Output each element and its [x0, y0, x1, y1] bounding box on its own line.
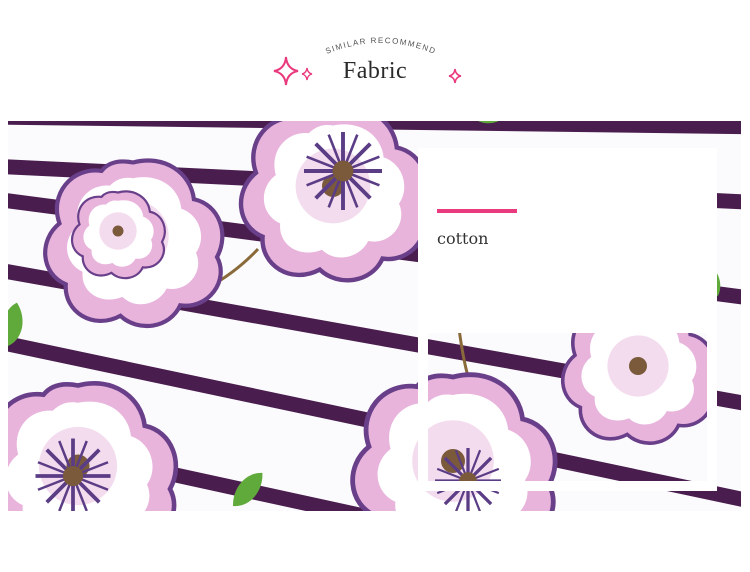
sparkle-icon [273, 56, 299, 86]
card-frame-right [707, 333, 717, 491]
svg-text:SIMILAR RECOMMEND: SIMILAR RECOMMEND [324, 36, 438, 56]
section-header: SIMILAR RECOMMEND Fabric [0, 0, 750, 120]
subtitle-text: SIMILAR RECOMMEND [324, 36, 436, 56]
sparkle-icon [448, 68, 462, 84]
material-label: cotton [437, 229, 489, 248]
card-frame-left [418, 333, 428, 491]
card-frame-bottom [418, 481, 717, 491]
info-card: cotton [418, 148, 717, 333]
section-title: Fabric [342, 58, 408, 84]
accent-bar [437, 209, 517, 213]
